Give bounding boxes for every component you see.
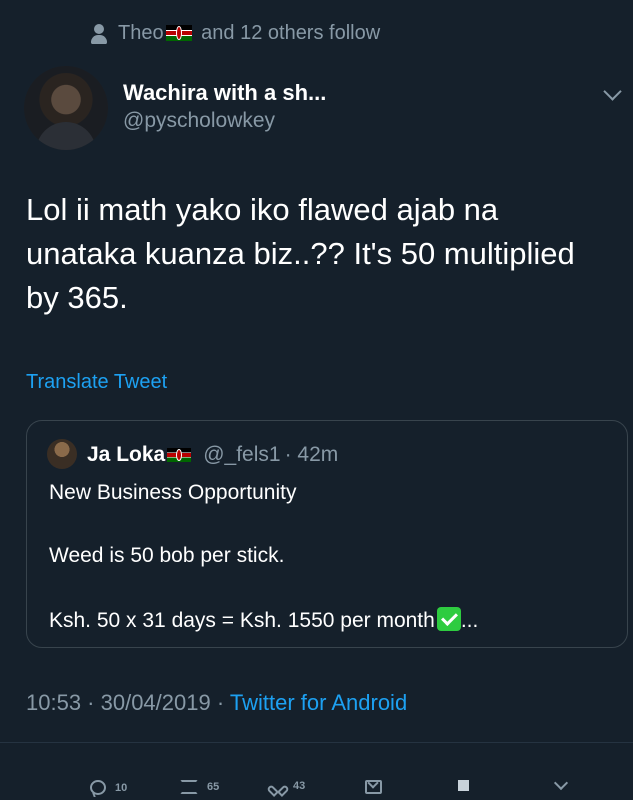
retweet-button[interactable]: 65 <box>180 780 219 794</box>
more-button[interactable] <box>553 775 569 791</box>
social-context[interactable]: Theo and 12 others follow <box>90 22 380 45</box>
chevron-down-icon[interactable] <box>603 82 622 101</box>
kenya-flag-icon <box>167 448 192 462</box>
chevron-down-icon <box>553 775 569 791</box>
quoted-line-1: New Business Opportunity <box>49 481 297 504</box>
tweet-timestamp: 10:53 · 30/04/2019 · Twitter for Android <box>26 690 407 716</box>
quoted-avatar <box>47 439 77 469</box>
square-button[interactable] <box>458 780 469 791</box>
social-context-text: Theo and 12 others follow <box>118 22 380 45</box>
like-count: 43 <box>293 780 306 792</box>
retweet-icon <box>180 780 198 794</box>
reply-count: 10 <box>115 781 128 794</box>
quoted-line-2: Weed is 50 bob per stick. <box>49 544 285 567</box>
translate-tweet-link[interactable]: Translate Tweet <box>26 371 167 394</box>
tweet-source-link[interactable]: Twitter for Android <box>230 690 407 715</box>
reply-icon <box>90 780 106 795</box>
check-mark-icon <box>436 607 461 631</box>
square-icon <box>458 780 469 791</box>
like-button[interactable]: 43 <box>272 780 305 792</box>
action-bar: 10 65 43 <box>0 775 633 800</box>
divider <box>0 742 633 743</box>
author-display-name[interactable]: Wachira with a sh... <box>123 80 326 106</box>
quoted-tweet[interactable]: Ja Loka @_fels1 · 42m New Business Oppor… <box>26 420 628 648</box>
like-icon <box>272 781 284 792</box>
quoted-name: Ja Loka <box>87 443 166 466</box>
quoted-header: Ja Loka @_fels1 · 42m <box>87 443 338 467</box>
retweet-count: 65 <box>207 781 220 793</box>
follower-name: Theo <box>118 22 164 44</box>
message-icon <box>365 780 382 794</box>
tweet-time-date: 10:53 · 30/04/2019 · <box>26 690 230 715</box>
person-icon <box>90 23 108 45</box>
follower-rest: and 12 others follow <box>201 22 381 44</box>
quoted-line-3: Ksh. 50 x 31 days = Ksh. 1550 per month.… <box>49 607 478 633</box>
reply-button[interactable]: 10 <box>90 780 127 795</box>
tweet-text: Lol ii math yako iko flawed ajab na unat… <box>26 192 575 315</box>
quoted-line-3-suffix: ... <box>460 609 479 632</box>
quoted-time: · 42m <box>284 443 339 466</box>
quoted-line-3-text: Ksh. 50 x 31 days = Ksh. 1550 per month <box>49 609 435 632</box>
message-button[interactable] <box>365 780 382 794</box>
kenya-flag-icon <box>165 25 192 41</box>
avatar[interactable] <box>24 66 108 150</box>
quoted-handle: @_fels1 <box>203 443 281 466</box>
author-handle[interactable]: @pyscholowkey <box>123 109 275 133</box>
